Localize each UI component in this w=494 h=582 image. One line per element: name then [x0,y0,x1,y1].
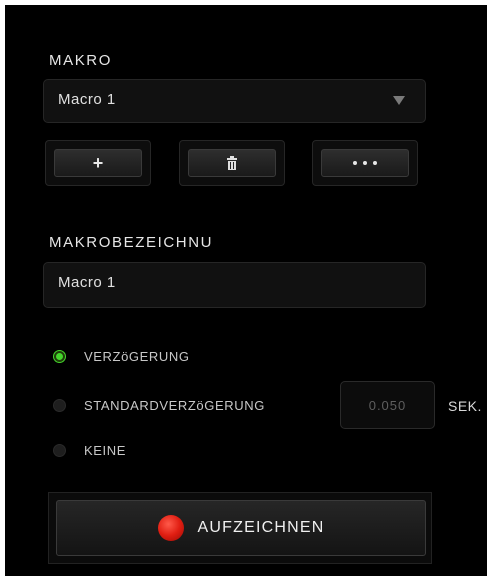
macro-select-value: Macro 1 [58,91,116,108]
option-label-default-delay: STANDARDVERZöGERUNG [84,397,265,413]
add-macro-button-frame: + [45,140,151,186]
option-label-no-delay: KEINE [84,442,127,458]
radio-recorded-delay[interactable] [53,349,66,363]
delay-option-default[interactable]: STANDARDVERZöGERUNG [53,395,265,415]
delay-option-none[interactable]: KEINE [53,440,126,460]
plus-icon: + [92,153,104,173]
macro-select-dropdown[interactable]: Macro 1 [43,79,426,123]
add-macro-button[interactable]: + [54,149,142,177]
radio-no-delay[interactable] [53,443,66,457]
delete-macro-button[interactable] [188,149,276,177]
macro-name-section-title: MAKROBEZEICHNU [49,234,214,251]
option-label-recorded-delay: VERZöGERUNG [84,348,190,364]
record-button[interactable]: AUFZEICHNEN [56,500,426,556]
more-options-button[interactable] [321,149,409,177]
delay-option-recorded[interactable]: VERZöGERUNG [53,346,190,366]
macro-section-title: MAKRO [49,52,113,69]
radio-default-delay[interactable] [53,398,66,412]
default-delay-input[interactable]: 0.050 [340,381,435,429]
more-options-button-frame [312,140,418,186]
macro-name-value: Macro 1 [58,274,116,291]
macro-name-input[interactable]: Macro 1 [43,262,426,308]
record-icon [157,515,184,541]
record-button-label: AUFZEICHNEN [197,519,325,536]
trash-icon [227,156,237,170]
more-dots-icon [353,161,377,165]
delete-macro-button-frame [179,140,285,186]
delay-unit-label: SEK. [448,398,482,414]
chevron-down-icon [393,96,405,105]
